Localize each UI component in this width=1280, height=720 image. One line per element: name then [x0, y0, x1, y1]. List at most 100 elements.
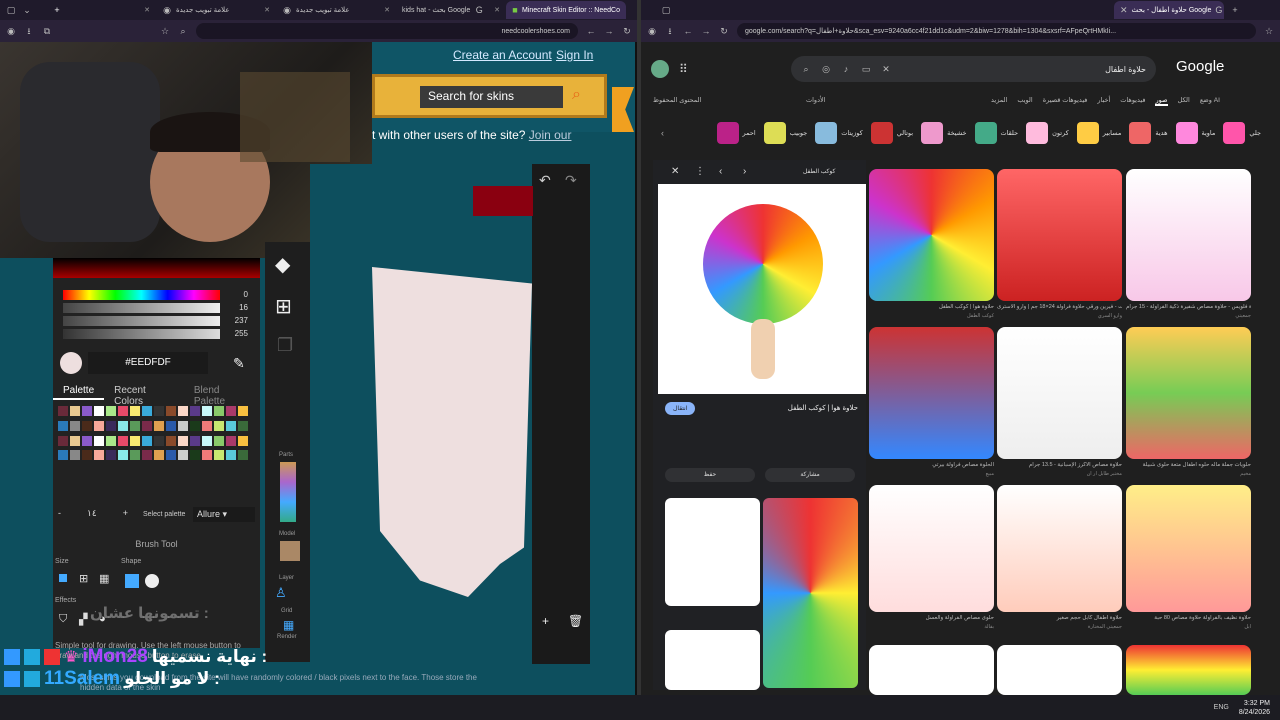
result-title[interactable]: حلاوة اطفال كابل حجم صغير [997, 615, 1122, 621]
palette-swatch[interactable] [94, 420, 104, 431]
palette-swatch[interactable] [82, 435, 92, 446]
back-icon[interactable]: ← [683, 26, 693, 36]
saturation-slider[interactable] [63, 303, 220, 313]
palette-select[interactable]: Allure ▾ [193, 507, 255, 522]
palette-swatch[interactable] [58, 435, 68, 446]
tab-search-icon[interactable]: ⌄ [22, 5, 32, 15]
parts-picker[interactable] [280, 462, 296, 522]
star-icon[interactable]: ☆ [1264, 26, 1274, 36]
palette-swatch[interactable] [166, 435, 176, 446]
palette-swatch[interactable] [94, 435, 104, 446]
saved-content-link[interactable]: المحتوى المحفوظ [653, 96, 701, 104]
result-title[interactable]: الحلوة مصاص فراولة بيرتي [869, 462, 994, 468]
palette-swatch[interactable] [226, 450, 236, 461]
palette-swatch[interactable] [70, 406, 80, 416]
layer-icon[interactable]: ♙ [275, 585, 287, 601]
keyboard-icon[interactable]: ▭ [861, 64, 871, 74]
next-icon[interactable]: › [743, 166, 746, 177]
palette-swatch[interactable] [214, 435, 224, 446]
reload-icon[interactable]: ↻ [719, 26, 729, 36]
reload-icon[interactable]: ↻ [622, 26, 632, 36]
palette-swatch[interactable] [118, 420, 128, 431]
palette-swatch[interactable] [190, 420, 200, 431]
related-image-3[interactable] [665, 630, 760, 690]
join-link[interactable]: Join our [529, 128, 572, 142]
window-menu-icon[interactable]: ▢ [6, 5, 16, 15]
tab-recent-colors[interactable]: Recent Colors [104, 382, 184, 407]
palette-swatch[interactable] [190, 435, 200, 446]
skin-search-input[interactable]: Search for skins [420, 86, 563, 108]
palette-swatch[interactable] [226, 406, 236, 416]
search-icon[interactable]: ⌕ [801, 64, 811, 74]
forward-icon[interactable]: → [701, 26, 711, 36]
palette-swatch[interactable] [154, 420, 164, 431]
palette-swatch[interactable] [142, 450, 152, 461]
palette-swatch[interactable] [154, 435, 164, 446]
language-indicator[interactable]: ENG [1214, 704, 1229, 711]
create-account-link[interactable]: Create an Account [453, 48, 552, 62]
page-next-button[interactable]: + [123, 508, 128, 522]
palette-swatch[interactable] [238, 420, 248, 431]
tab-kids-hat[interactable]: kids hat - بحث Google G ✕ [396, 1, 506, 19]
new-tab-icon[interactable]: + [1230, 5, 1240, 15]
google-nav-tab[interactable]: المزيد [991, 96, 1007, 106]
tools-button[interactable]: الأدوات [806, 96, 825, 104]
filter-chip[interactable]: جوبيب [763, 122, 807, 144]
palette-swatch[interactable] [58, 450, 68, 461]
eyedropper-icon[interactable]: ✎ [233, 355, 245, 372]
palette-swatch[interactable] [238, 450, 248, 461]
palette-swatch[interactable] [130, 435, 140, 446]
result-title[interactable]: حلويات جملة ماله حلوه اطفال متعة حلوى شب… [1126, 462, 1251, 468]
filter-chip[interactable]: هدية [1129, 122, 1168, 144]
palette-swatch[interactable] [190, 450, 200, 461]
profile-icon[interactable]: ◉ [647, 26, 657, 36]
download-icon[interactable]: ⭳ [24, 26, 34, 36]
palette-swatch[interactable] [154, 450, 164, 461]
palette-swatch[interactable] [94, 406, 104, 416]
palette-swatch[interactable] [58, 406, 68, 416]
hue-slider[interactable] [63, 290, 220, 300]
save-button[interactable]: حفظ [665, 468, 755, 482]
result-title[interactable]: حلوى مصاص الفراولة والعسل [869, 615, 994, 621]
tab-skin-editor[interactable]: ■ Minecraft Skin Editor :: NeedCo [506, 1, 626, 19]
google-logo[interactable]: Google [1176, 58, 1224, 75]
apps-grid-icon[interactable]: ⠿ [679, 62, 688, 76]
alpha-slider[interactable] [63, 329, 220, 339]
palette-swatch[interactable] [202, 435, 212, 446]
visit-button[interactable]: انتقال [665, 402, 696, 415]
google-nav-tab[interactable]: وضع AI [1200, 96, 1220, 106]
share-button[interactable]: مشاركة [765, 468, 855, 482]
result-image[interactable] [869, 327, 994, 459]
grid-icon[interactable]: ▦ [283, 618, 294, 632]
palette-swatch[interactable] [190, 406, 200, 416]
color-gradient[interactable] [53, 258, 260, 278]
palette-swatch[interactable] [82, 450, 92, 461]
palette-swatch[interactable] [178, 420, 188, 431]
palette-swatch[interactable] [214, 420, 224, 431]
palette-swatch[interactable] [202, 450, 212, 461]
prev-icon[interactable]: ‹ [719, 166, 722, 177]
palette-swatch[interactable] [166, 420, 176, 431]
add-icon[interactable]: + [542, 614, 549, 628]
result-image[interactable] [1126, 169, 1251, 301]
google-nav-tab[interactable]: الكل [1178, 96, 1190, 106]
palette-swatch[interactable] [94, 450, 104, 461]
back-icon[interactable]: ← [586, 26, 596, 36]
palette-swatch[interactable] [238, 406, 248, 416]
palette-swatch[interactable] [166, 406, 176, 416]
size-2-button[interactable]: ⊞ [79, 572, 88, 585]
palette-swatch[interactable] [82, 406, 92, 416]
google-nav-tab[interactable]: صور [1155, 96, 1168, 106]
tab-new-3[interactable]: ◉ علامة تبويب جديدة ✕ [276, 1, 396, 19]
trash-icon[interactable]: 🗑 [568, 614, 583, 628]
undo-icon[interactable]: ↶ [539, 172, 551, 189]
size-3-button[interactable]: ▦ [99, 572, 109, 585]
related-image-1[interactable] [665, 498, 760, 606]
palette-swatch[interactable] [70, 450, 80, 461]
skin-canvas[interactable]: ↶ ↷ + 🗑 [310, 164, 590, 664]
palette-swatch[interactable] [118, 435, 128, 446]
result-image[interactable] [1126, 485, 1251, 612]
palette-swatch[interactable] [238, 435, 248, 446]
square-shape-button[interactable] [125, 574, 139, 588]
result-title[interactable]: حلاوة فلويس - حلاوة مصاص شفيرة ذكية الفر… [1126, 304, 1251, 310]
